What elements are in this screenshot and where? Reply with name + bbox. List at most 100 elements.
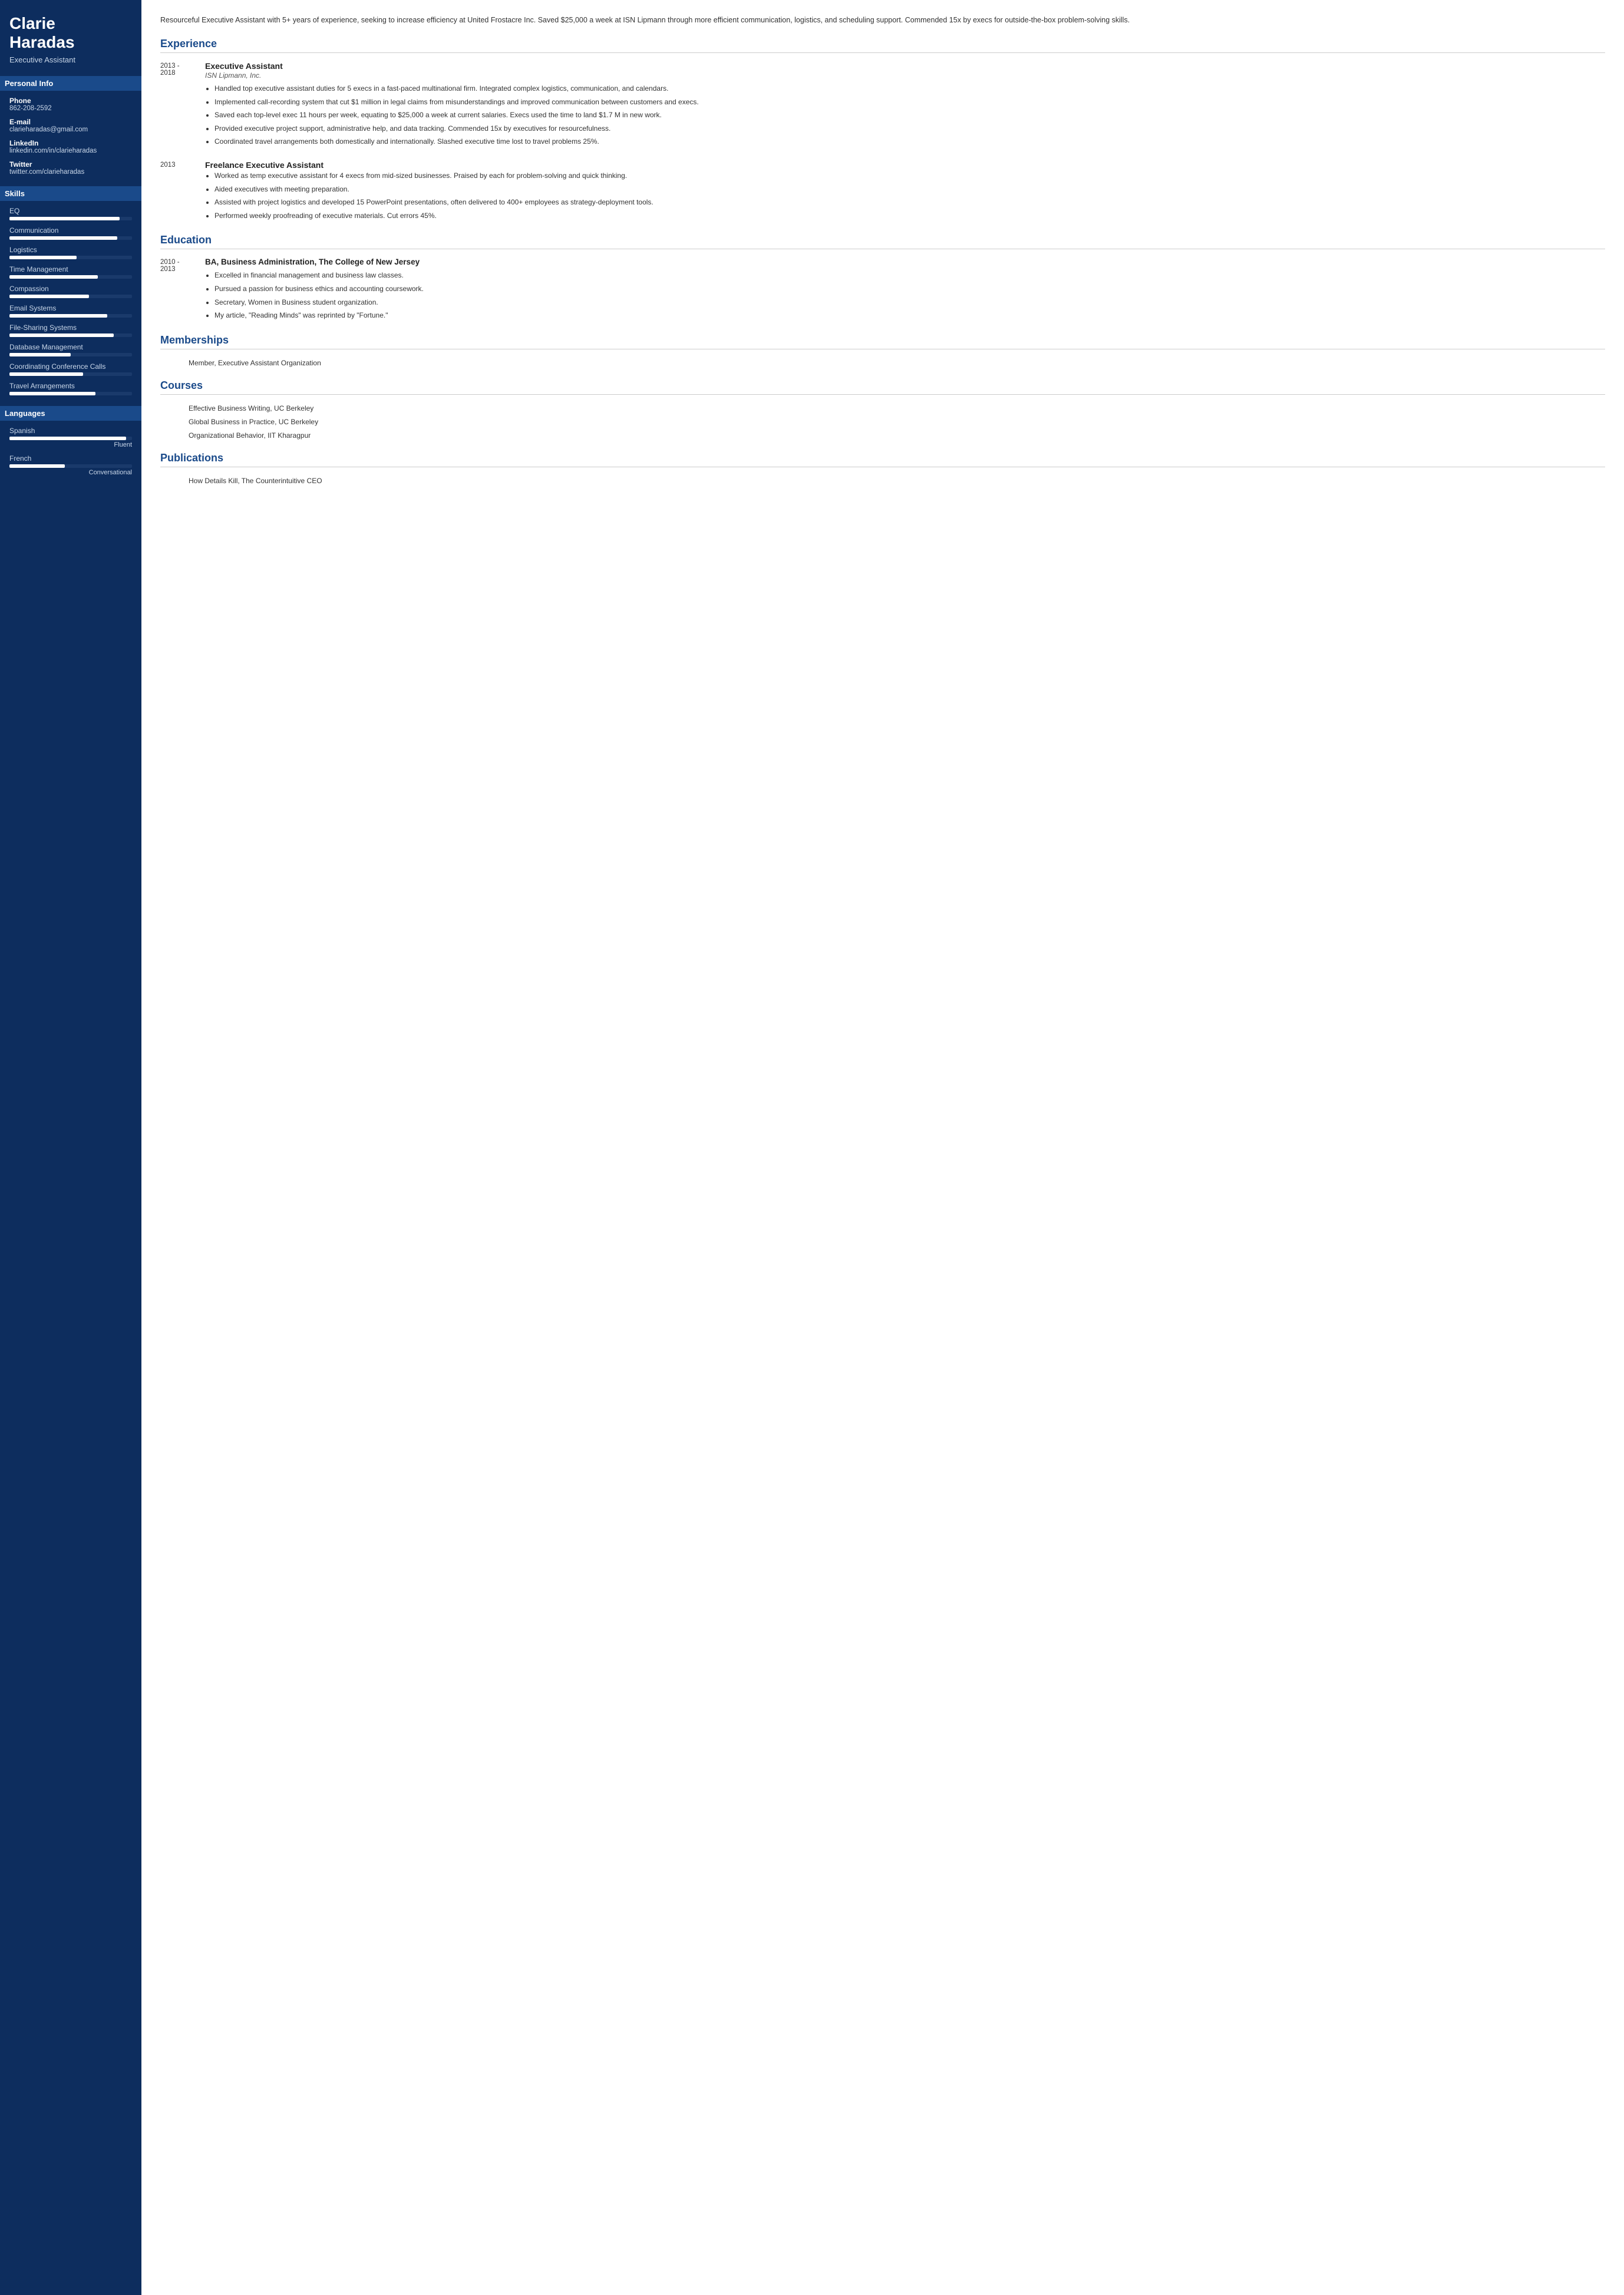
experience-bullet: Provided executive project support, admi… (214, 123, 1605, 134)
skill-name: File-Sharing Systems (9, 323, 132, 332)
skill-name: Coordinating Conference Calls (9, 362, 132, 371)
main-content: Resourceful Executive Assistant with 5+ … (141, 0, 1624, 2295)
skill-bar-bg (9, 314, 132, 318)
education-dates: 2010 -2013 (160, 257, 196, 323)
contact-twitter: Twitter twitter.com/clarieharadas (9, 160, 132, 176)
skill-bar-bg (9, 295, 132, 298)
language-name: French (9, 454, 132, 463)
personal-info-section-label: Personal Info (0, 76, 141, 91)
skill-item: Email Systems (9, 304, 132, 318)
skills-section-label: Skills (0, 186, 141, 201)
experience-job-title: Freelance Executive Assistant (205, 160, 1605, 170)
skill-name: Email Systems (9, 304, 132, 312)
skill-item: Compassion (9, 285, 132, 298)
experience-content: Freelance Executive Assistant Worked as … (205, 160, 1605, 223)
skill-bar-fill (9, 333, 114, 337)
publications-section-title: Publications (160, 452, 1605, 467)
language-level: Conversational (9, 469, 132, 476)
skill-item: Coordinating Conference Calls (9, 362, 132, 376)
skill-name: Compassion (9, 285, 132, 293)
skill-bar-fill (9, 217, 120, 220)
skill-item: Logistics (9, 246, 132, 259)
skill-item: Database Management (9, 343, 132, 356)
experience-bullet: Handled top executive assistant duties f… (214, 83, 1605, 94)
skill-bar-fill (9, 295, 89, 298)
languages-section-label: Languages (0, 406, 141, 421)
experience-job-title: Executive Assistant (205, 61, 1605, 71)
education-bullets: Excelled in financial management and bus… (205, 270, 1605, 321)
skill-bar-bg (9, 353, 132, 356)
language-level: Fluent (9, 441, 132, 448)
experience-block: 2013 -2018 Executive Assistant ISN Lipma… (160, 61, 1605, 150)
experience-block: 2013 Freelance Executive Assistant Worke… (160, 160, 1605, 223)
experience-section: Experience 2013 -2018 Executive Assistan… (160, 38, 1605, 223)
experience-bullet: Implemented call-recording system that c… (214, 97, 1605, 108)
skill-item: File-Sharing Systems (9, 323, 132, 337)
membership-item: Member, Executive Assistant Organization (160, 358, 1605, 369)
education-degree: BA, Business Administration, The College… (205, 257, 1605, 266)
candidate-title: Executive Assistant (9, 55, 132, 64)
experience-bullet: Performed weekly proofreading of executi… (214, 210, 1605, 222)
experience-company: ISN Lipmann, Inc. (205, 71, 1605, 80)
contact-list: Phone 862-208-2592 E-mail clarieharadas@… (9, 97, 132, 176)
skill-bar-bg (9, 217, 132, 220)
course-item: Effective Business Writing, UC Berkeley (160, 403, 1605, 414)
contact-email: E-mail clarieharadas@gmail.com (9, 118, 132, 133)
language-bar-fill (9, 437, 126, 440)
experience-bullets: Worked as temp executive assistant for 4… (205, 170, 1605, 221)
skill-bar-bg (9, 392, 132, 395)
experience-bullet: Aided executives with meeting preparatio… (214, 184, 1605, 195)
skill-item: Time Management (9, 265, 132, 279)
language-bar-bg (9, 437, 132, 440)
education-bullet: Pursued a passion for business ethics an… (214, 283, 1605, 295)
education-bullet: My article, "Reading Minds" was reprinte… (214, 310, 1605, 321)
skill-bar-fill (9, 372, 83, 376)
skill-name: Logistics (9, 246, 132, 254)
course-item: Global Business in Practice, UC Berkeley (160, 417, 1605, 428)
memberships-section-title: Memberships (160, 334, 1605, 349)
language-name: Spanish (9, 427, 132, 435)
courses-section: Courses Effective Business Writing, UC B… (160, 379, 1605, 442)
language-item: French Conversational (9, 454, 132, 476)
experience-bullet: Coordinated travel arrangements both dom… (214, 136, 1605, 147)
skill-bar-bg (9, 333, 132, 337)
skill-bar-bg (9, 236, 132, 240)
language-item: Spanish Fluent (9, 427, 132, 448)
skill-name: Database Management (9, 343, 132, 351)
course-item: Organizational Behavior, IIT Kharagpur (160, 430, 1605, 441)
skill-item: Travel Arrangements (9, 382, 132, 395)
experience-content: Executive Assistant ISN Lipmann, Inc. Ha… (205, 61, 1605, 150)
education-bullet: Excelled in financial management and bus… (214, 270, 1605, 281)
skill-bar-fill (9, 275, 98, 279)
skill-name: Travel Arrangements (9, 382, 132, 390)
language-bar-bg (9, 464, 132, 468)
skill-bar-fill (9, 236, 117, 240)
experience-section-title: Experience (160, 38, 1605, 53)
skill-name: Communication (9, 226, 132, 235)
publication-item: How Details Kill, The Counterintuitive C… (160, 475, 1605, 487)
skill-name: EQ (9, 207, 132, 215)
skill-bar-bg (9, 275, 132, 279)
skill-item: Communication (9, 226, 132, 240)
skill-bar-fill (9, 392, 95, 395)
skill-name: Time Management (9, 265, 132, 273)
summary: Resourceful Executive Assistant with 5+ … (160, 14, 1605, 26)
experience-bullet: Assisted with project logistics and deve… (214, 197, 1605, 208)
candidate-name: ClarieHaradas (9, 14, 132, 52)
languages-list: Spanish Fluent French Conversational (9, 427, 132, 476)
experience-bullets: Handled top executive assistant duties f… (205, 83, 1605, 147)
language-bar-fill (9, 464, 65, 468)
experience-dates: 2013 -2018 (160, 61, 196, 150)
skill-bar-bg (9, 372, 132, 376)
experience-bullet: Saved each top-level exec 11 hours per w… (214, 110, 1605, 121)
experience-bullet: Worked as temp executive assistant for 4… (214, 170, 1605, 181)
education-section-title: Education (160, 234, 1605, 249)
skill-bar-fill (9, 353, 71, 356)
skills-list: EQ Communication Logistics Time Manageme… (9, 207, 132, 395)
courses-section-title: Courses (160, 379, 1605, 395)
skill-bar-fill (9, 314, 107, 318)
publications-section: Publications How Details Kill, The Count… (160, 452, 1605, 487)
education-content: BA, Business Administration, The College… (205, 257, 1605, 323)
sidebar: ClarieHaradas Executive Assistant Person… (0, 0, 141, 2295)
contact-linkedin: LinkedIn linkedin.com/in/clarieharadas (9, 139, 132, 154)
